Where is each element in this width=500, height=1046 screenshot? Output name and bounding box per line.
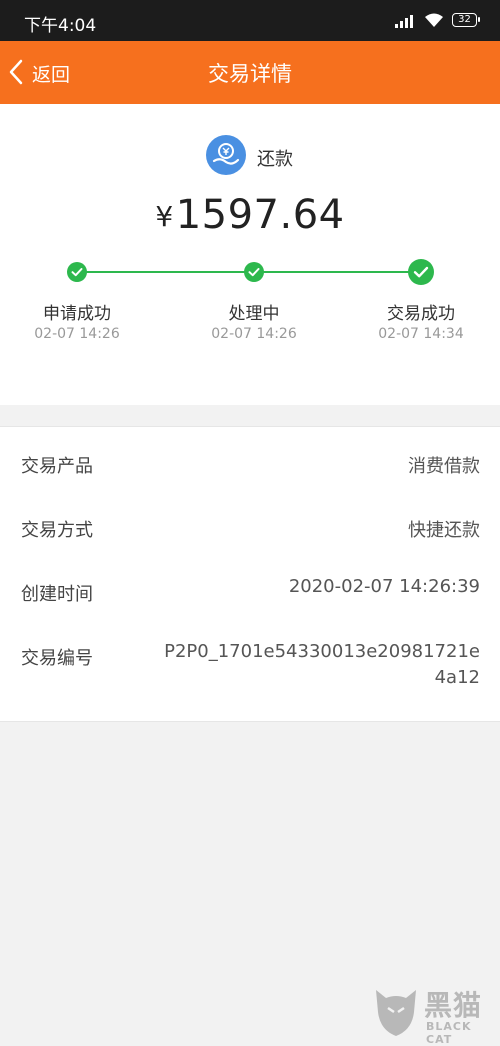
check-icon [67, 262, 87, 282]
step-time: 02-07 14:26 [34, 326, 120, 342]
detail-value-created: 2020-02-07 14:26:39 [288, 576, 480, 597]
detail-value-method: 快捷还款 [408, 520, 480, 541]
transaction-details: 交易产品 消费借款 交易方式 快捷还款 创建时间 2020-02-07 14:2… [0, 426, 500, 722]
signal-icon [395, 14, 417, 28]
transaction-amount: ¥1597.64 [0, 192, 500, 238]
yuan-hand-icon [206, 135, 246, 175]
detail-label-number: 交易编号 [21, 648, 93, 669]
watermark-cn: 黑猫 [424, 989, 483, 1022]
detail-label-product: 交易产品 [21, 456, 93, 477]
amount-value: 1597.64 [175, 192, 345, 238]
currency-symbol: ¥ [155, 200, 174, 233]
battery-level: 32 [458, 14, 471, 25]
step-label: 处理中 [228, 304, 280, 324]
status-bar: 下午4:04 32 [0, 0, 500, 41]
transaction-summary: 还款 ¥1597.64 申请成功 02-07 14:26 处理中 02-07 1… [0, 104, 500, 405]
watermark: 黑猫 BLACK CAT [372, 982, 500, 1046]
step-label: 交易成功 [387, 304, 455, 324]
black-cat-logo-icon [376, 990, 416, 1036]
step-time: 02-07 14:26 [211, 326, 297, 342]
transaction-type: 还款 [257, 149, 293, 170]
watermark-en: BLACK CAT [426, 1020, 472, 1046]
detail-value-number: P2P0_1701e54330013e20981721e4a12 [164, 641, 480, 688]
detail-label-method: 交易方式 [21, 520, 93, 541]
wifi-icon [425, 13, 443, 27]
detail-value-product: 消费借款 [408, 456, 480, 477]
step-time: 02-07 14:34 [378, 326, 464, 342]
page-title: 交易详情 [208, 62, 292, 86]
check-icon [244, 262, 264, 282]
detail-label-created: 创建时间 [21, 584, 93, 605]
battery-icon: 32 [452, 13, 480, 27]
check-icon [408, 259, 434, 285]
status-time: 下午4:04 [24, 16, 97, 36]
step-label: 申请成功 [43, 304, 111, 324]
nav-bar: 返回 交易详情 [0, 41, 500, 104]
